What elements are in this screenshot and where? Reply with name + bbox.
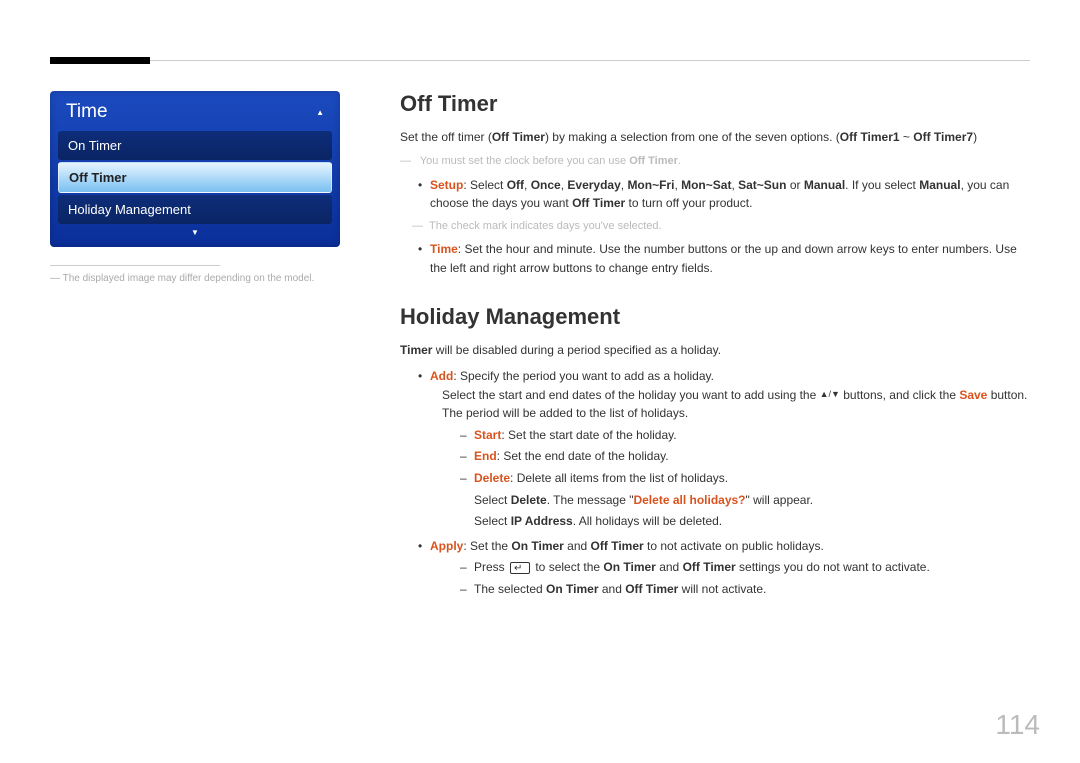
- top-rule: [50, 60, 1030, 61]
- left-divider: [50, 265, 220, 266]
- setup-bullet: Setup: Select Off, Once, Everyday, Mon~F…: [418, 176, 1030, 235]
- delete-line3: Select IP Address. All holidays will be …: [474, 512, 1030, 531]
- end-subitem: End: Set the end date of the holiday.: [460, 447, 1030, 466]
- up-down-icon: ▲/▼: [820, 388, 840, 402]
- delete-subitem: Delete: Delete all items from the list o…: [460, 469, 1030, 488]
- menu-title: Time: [66, 101, 108, 123]
- menu-item-on-timer[interactable]: On Timer: [58, 131, 332, 160]
- apply-bullet: Apply: Set the On Timer and Off Timer to…: [418, 537, 1030, 599]
- enter-icon: [510, 562, 530, 574]
- off-timer-intro: Set the off timer (Off Timer) by making …: [400, 129, 1030, 146]
- menu-item-off-timer[interactable]: Off Timer: [58, 162, 332, 193]
- holiday-bullets: Add: Specify the period you want to add …: [400, 367, 1030, 599]
- time-menu: Time ▲ On Timer Off Timer Holiday Manage…: [50, 91, 340, 247]
- apply-sub1: Press to select the On Timer and Off Tim…: [460, 558, 1030, 577]
- start-subitem: Start: Set the start date of the holiday…: [460, 426, 1030, 445]
- menu-item-holiday-management[interactable]: Holiday Management: [58, 195, 332, 224]
- menu-item-label: Off Timer: [69, 170, 127, 185]
- holiday-intro: Timer will be disabled during a period s…: [400, 342, 1030, 359]
- left-note: ― The displayed image may differ dependi…: [50, 272, 350, 286]
- holiday-heading: Holiday Management: [400, 304, 1030, 330]
- page-number: 114: [995, 709, 1040, 741]
- add-bullet: Add: Specify the period you want to add …: [418, 367, 1030, 531]
- menu-item-label: Holiday Management: [68, 202, 191, 217]
- top-rule-accent: [50, 57, 150, 64]
- left-column: Time ▲ On Timer Off Timer Holiday Manage…: [50, 91, 350, 286]
- off-timer-bullets: Setup: Select Off, Once, Everyday, Mon~F…: [400, 176, 1030, 278]
- delete-line2: Select Delete. The message "Delete all h…: [474, 491, 1030, 510]
- menu-arrow-up-icon: ▲: [316, 108, 324, 117]
- time-bullet: Time: Set the hour and minute. Use the n…: [418, 240, 1030, 277]
- off-timer-heading: Off Timer: [400, 91, 1030, 117]
- apply-sub2: The selected On Timer and Off Timer will…: [460, 580, 1030, 599]
- right-column: Off Timer Set the off timer (Off Timer) …: [400, 91, 1030, 604]
- menu-arrow-down-icon: ▼: [58, 224, 332, 237]
- menu-item-label: On Timer: [68, 138, 121, 153]
- off-timer-note2: The check mark indicates days you've sel…: [430, 219, 1030, 234]
- off-timer-note1: You must set the clock before you can us…: [418, 154, 1030, 169]
